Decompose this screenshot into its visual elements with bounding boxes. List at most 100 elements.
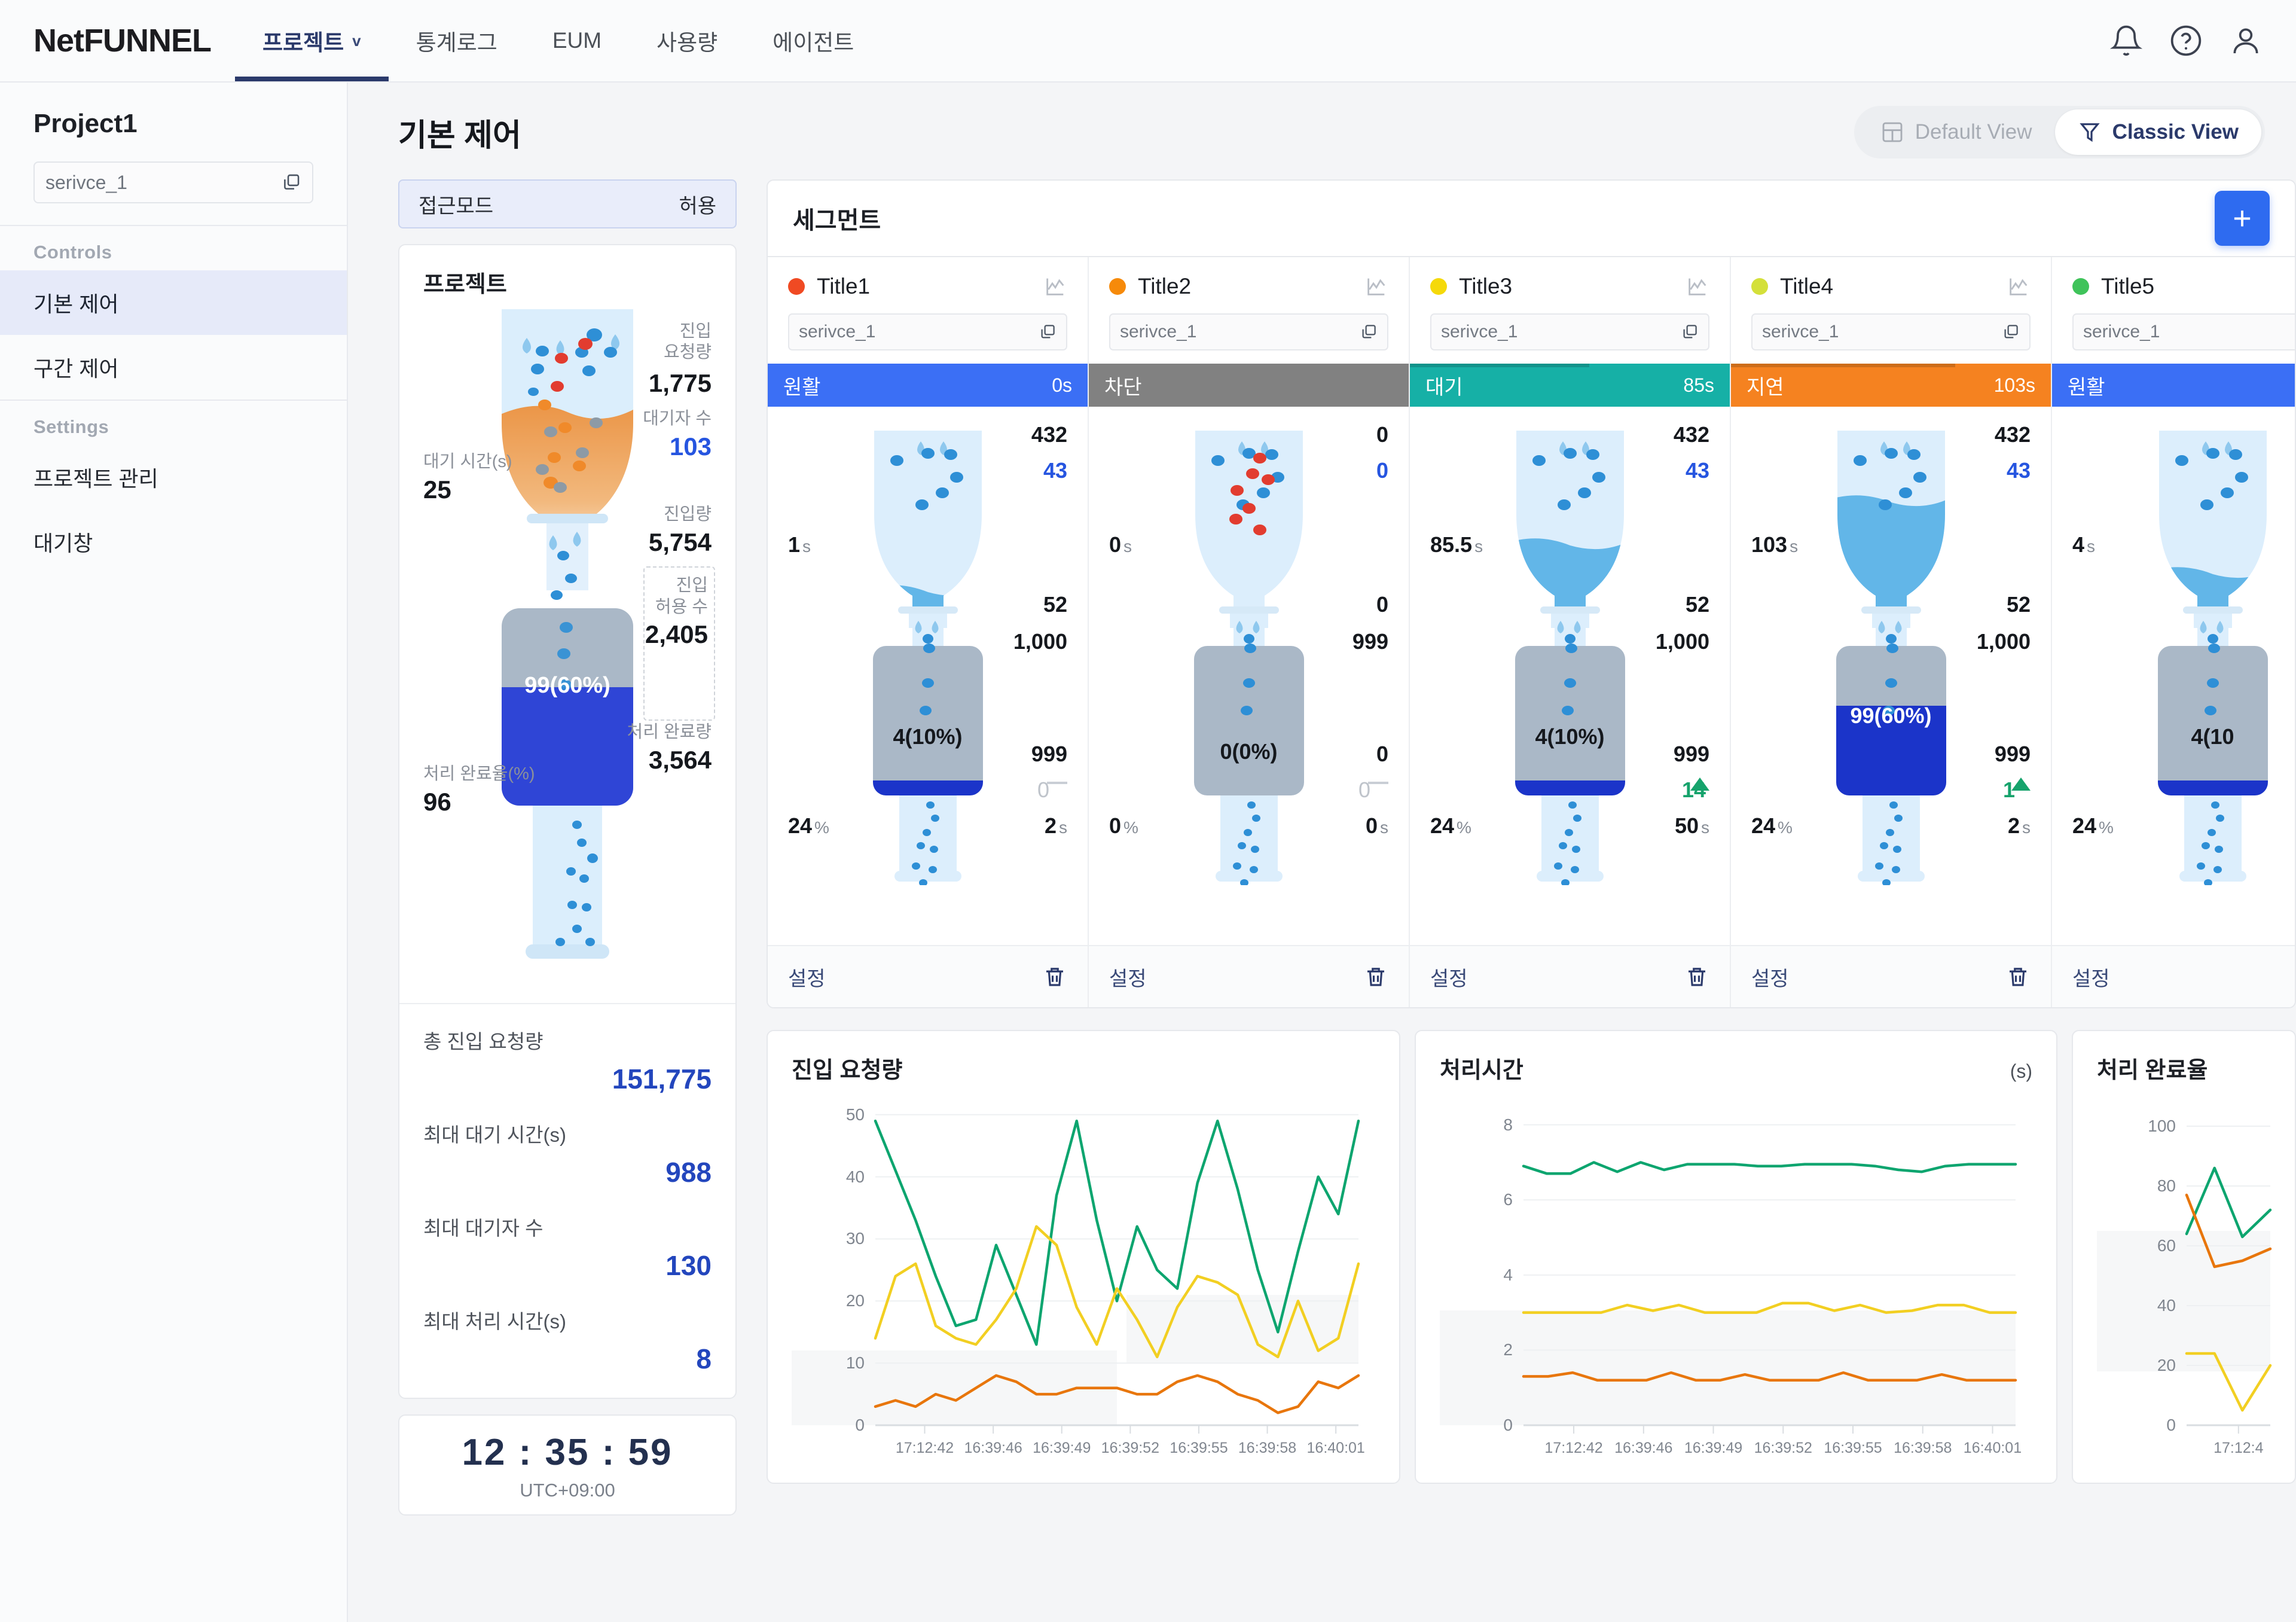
segment-proc-time: 2s — [2007, 813, 2031, 838]
add-segment-button[interactable]: + — [2215, 191, 2270, 246]
copy-icon[interactable] — [281, 172, 301, 193]
segment-title: Title4 — [1780, 274, 1834, 298]
sidebar-item-프로젝트-관리[interactable]: 프로젝트 관리 — [0, 445, 347, 510]
mini-chart-icon[interactable] — [1364, 275, 1388, 298]
trash-icon[interactable] — [1684, 964, 1709, 989]
wait-time-value: 25 — [423, 475, 451, 504]
bell-icon[interactable] — [2109, 24, 2143, 57]
sidebar-item-구간-제어[interactable]: 구간 제어 — [0, 335, 347, 400]
sidebar-item-기본-제어[interactable]: 기본 제어 — [0, 270, 347, 335]
y-axis-tick: 60 — [2157, 1236, 2176, 1255]
stat-value: 130 — [665, 1250, 712, 1281]
nav-right-icons — [2109, 0, 2296, 81]
segment-title-row: Title2 — [1109, 274, 1388, 299]
access-mode-selector[interactable]: 접근모드 허용 — [398, 179, 737, 228]
sidebar-item-대기창[interactable]: 대기창 — [0, 510, 347, 574]
stat-value: 8 — [696, 1343, 712, 1374]
x-axis-tick: 16:39:58 — [1894, 1440, 1952, 1456]
segment-service-field[interactable]: serivce_1 — [788, 313, 1067, 350]
segment-done-rate: 24% — [788, 813, 829, 838]
segment-funnel-body: 0 0 0s 0 999 0(0%) 0 0 0s 0% — [1089, 407, 1409, 945]
nav-item-2[interactable]: 통계로그 — [389, 0, 525, 81]
default-view-button[interactable]: Default View — [1858, 109, 2055, 155]
y-axis-tick: 30 — [845, 1229, 865, 1248]
funnel-icon — [2079, 123, 2100, 142]
segment-service-field[interactable]: serivce_1 — [1430, 313, 1709, 350]
segment-service-value: serivce_1 — [1441, 322, 1518, 342]
segment-config-button[interactable]: 설정 — [1430, 962, 1468, 992]
segment-service-field[interactable]: serivce_1 — [1751, 313, 2031, 350]
chart-plot: 0 20 40 60 80 100 17:12:4 — [2097, 1102, 2272, 1467]
status-dot — [1430, 278, 1447, 295]
segment-config-button[interactable]: 설정 — [1109, 962, 1147, 992]
series-line-1 — [874, 1119, 1360, 1346]
chart-header: 진입 요청량 — [792, 1051, 1375, 1084]
segment-funnel-graphic — [1836, 431, 1946, 885]
chevron-down-icon[interactable]: v — [352, 33, 361, 48]
y-axis-tick: 0 — [1503, 1416, 1513, 1434]
segment-status-bar: 차단 — [1089, 364, 1409, 407]
segment-capacity-value: 1,000 — [1655, 629, 1709, 654]
segment-footer: 설정 — [1731, 945, 2051, 1007]
copy-icon[interactable] — [1039, 323, 1057, 341]
status-dot — [788, 278, 805, 295]
segment-title-row: Title1 — [788, 274, 1067, 299]
series-line-3 — [2185, 1352, 2272, 1412]
segment-funnel-graphic — [1515, 431, 1625, 885]
segment-proc-time-unit: s — [1701, 818, 1709, 837]
nav-item-3[interactable]: EUM — [525, 0, 629, 81]
segment-mid-value: 52 — [1043, 592, 1067, 617]
segment-service-value: serivce_1 — [2083, 322, 2160, 342]
brand-logo: NetFUNNEL — [33, 23, 212, 59]
project-panel-title: 프로젝트 — [423, 272, 507, 297]
segments-scroller[interactable]: Title1 serivce_1 원활 0s 432 43 1 s 52 1,0… — [768, 256, 2295, 1007]
segment-title: Title2 — [1138, 274, 1192, 298]
delta-value: 14 — [1682, 778, 1706, 802]
segment-status-seconds: 0s — [1052, 374, 1072, 396]
mini-chart-icon[interactable] — [1043, 275, 1067, 298]
account-icon[interactable] — [2229, 24, 2263, 57]
copy-icon[interactable] — [1681, 323, 1699, 341]
segment-card-header: Title3 serivce_1 — [1410, 257, 1730, 364]
segment-config-button[interactable]: 설정 — [1751, 962, 1789, 992]
trash-icon[interactable] — [1363, 964, 1388, 989]
nav-item-1[interactable]: 프로젝트 v — [235, 0, 389, 81]
segment-card-2: Title2 serivce_1 차단 0 0 0 s 0 999 0(0%) … — [1089, 257, 1410, 1007]
chart-header: 처리시간 (s) — [1440, 1051, 2032, 1084]
sidebar-service-field[interactable]: serivce_1 — [33, 161, 313, 203]
status-dot — [1109, 278, 1126, 295]
segment-funnel-graphic — [2157, 431, 2268, 885]
segment-card-3: Title3 serivce_1 대기 85s 432 43 85.5 s 52… — [1410, 257, 1731, 1007]
segment-footer: 설정 — [1410, 945, 1730, 1007]
mini-chart-icon[interactable] — [2007, 275, 2031, 298]
help-icon[interactable] — [2169, 24, 2203, 57]
segment-config-button[interactable]: 설정 — [788, 962, 826, 992]
segment-wait-time: 0s — [1109, 532, 1132, 557]
segment-footer: 설정 — [2052, 945, 2295, 1007]
nav-item-4[interactable]: 사용량 — [629, 0, 745, 81]
nav-item-5[interactable]: 에이전트 — [745, 0, 881, 81]
project-funnel-card: 프로젝트 진입 요청량 1,775 대기자 수 103 대기 시간(s) 25 … — [398, 244, 737, 1399]
segment-config-button[interactable]: 설정 — [2072, 962, 2110, 992]
classic-view-button[interactable]: Classic View — [2054, 109, 2261, 155]
segment-service-field[interactable]: serivce_1 — [1109, 313, 1388, 350]
segment-proc-time-unit: s — [1380, 818, 1388, 837]
mini-chart-icon[interactable] — [1686, 275, 1709, 298]
segment-proc-time: 50 s — [1674, 813, 1709, 838]
y-axis-tick: 40 — [2157, 1296, 2176, 1315]
top-navigation-bar: NetFUNNEL 프로젝트 v 통계로그 EUM 사용량 에이전트 — [0, 0, 2296, 83]
segment-service-field[interactable]: serivce_1 — [2072, 313, 2295, 350]
segment-waiting-value: 43 — [1043, 458, 1067, 483]
sidebar-item-label: 대기창 — [33, 531, 93, 556]
copy-icon[interactable] — [1360, 323, 1378, 341]
x-axis-tick: 16:39:52 — [1754, 1440, 1812, 1456]
copy-icon[interactable] — [2002, 323, 2020, 341]
y-axis-tick: 10 — [845, 1353, 865, 1373]
summary-stats-list: 총 진입 요청량 151,775 최대 대기 시간(s) 988 최대 대기자 수 130… — [399, 1003, 735, 1398]
trash-icon[interactable] — [1042, 964, 1067, 989]
sidebar-group-label-controls: Controls — [33, 242, 112, 263]
trash-icon[interactable] — [2005, 964, 2031, 989]
clock-time: 12 : 35 : 59 — [462, 1432, 673, 1473]
x-axis-tick: 16:40:01 — [1306, 1440, 1365, 1456]
segment-funnel-body: 432 43 4s 52 1,000 4(10 999 24% — [2052, 407, 2295, 945]
